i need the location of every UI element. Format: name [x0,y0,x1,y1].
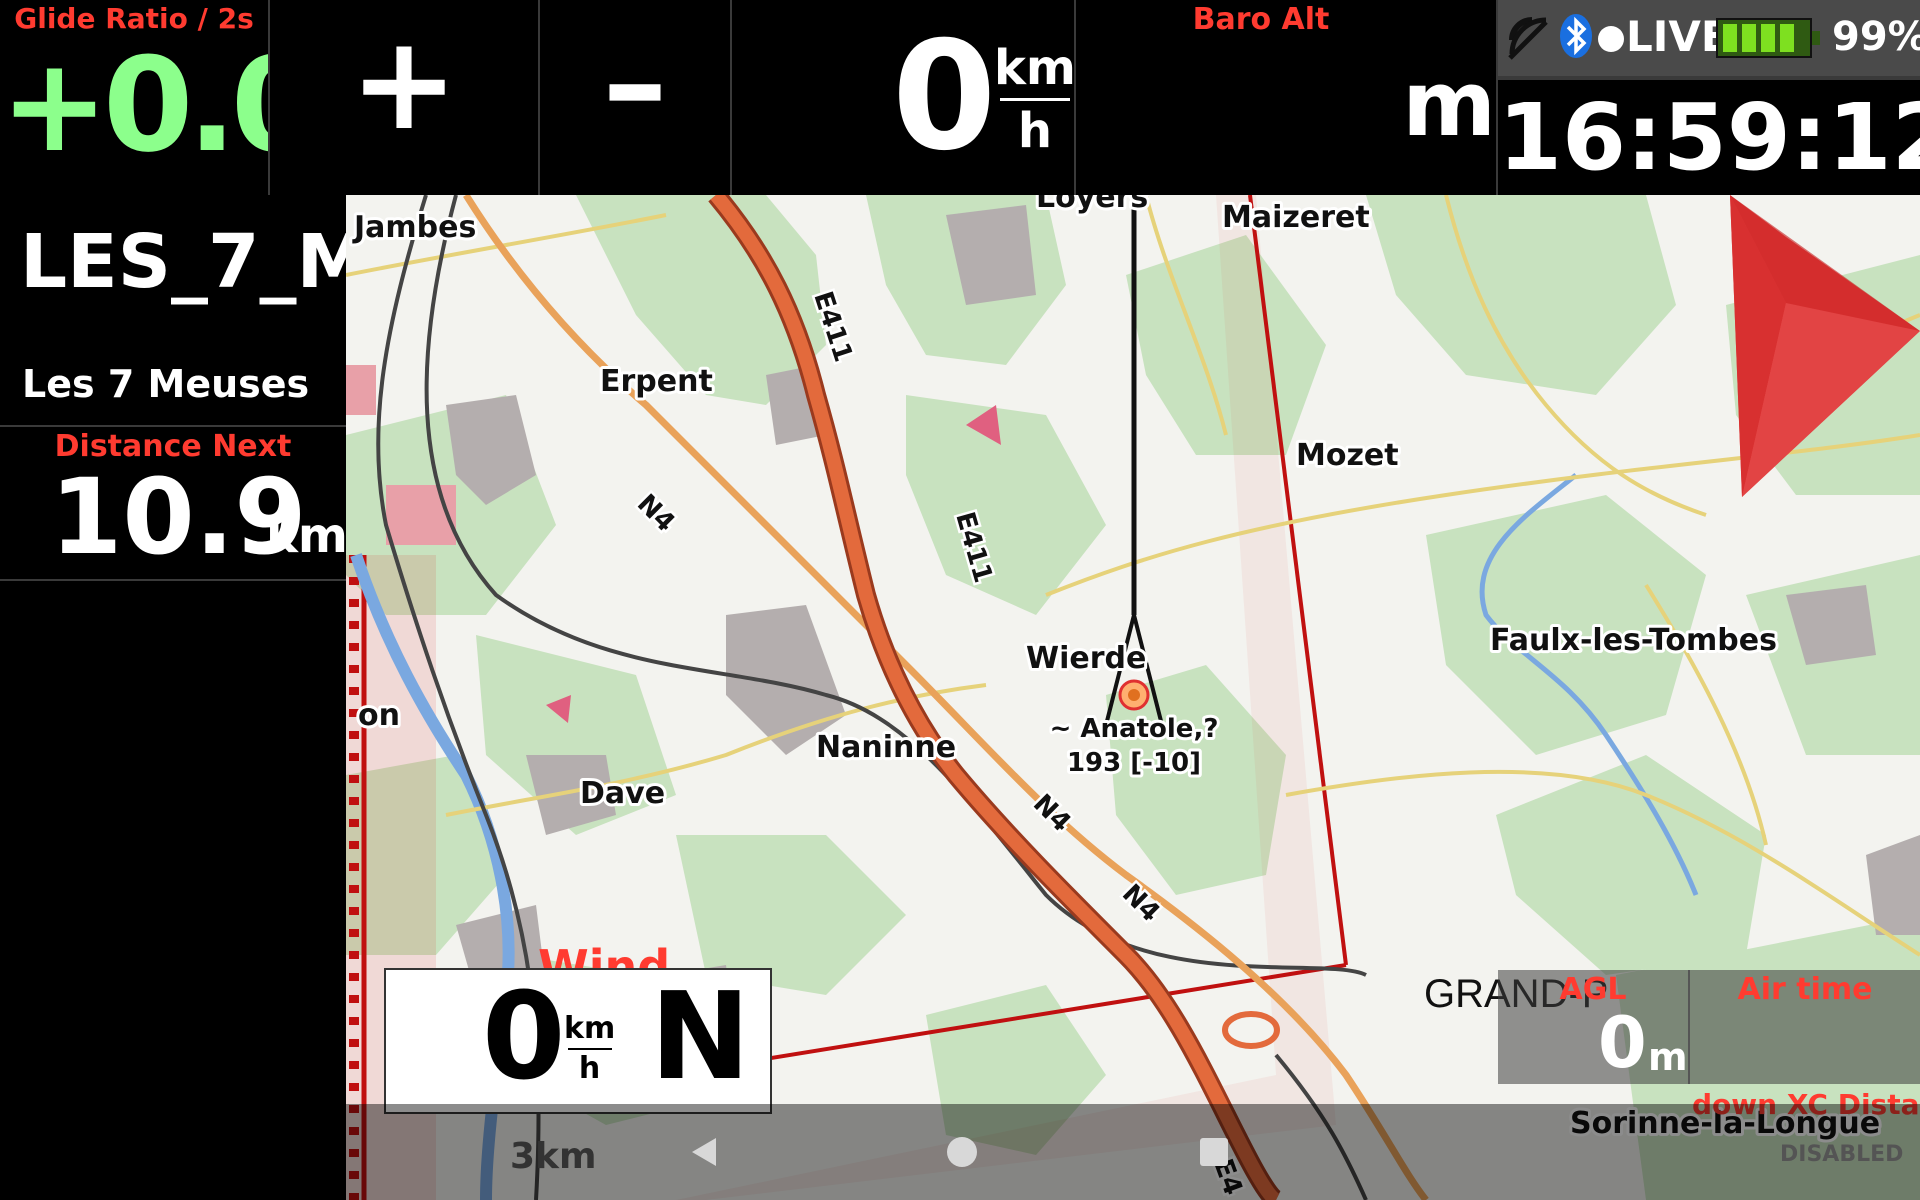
battery-percent: 99% [1832,14,1920,60]
gps-signal-icon [1508,17,1548,60]
recents-button[interactable] [1198,1136,1230,1168]
glide-ratio-value: +0.0 [0,29,321,181]
status-bar: LIVE 99% [1498,0,1920,76]
pilot-name: ~ Anatole,? [1050,714,1219,744]
agl-panel: AGL 0 m [1498,970,1688,1084]
plus-icon: + [349,7,459,159]
distance-next-unit: km [266,508,348,564]
minus-icon: – [602,7,668,159]
place-faulx: Faulx-les-Tombes [1490,623,1777,658]
glide-ratio-panel: Glide Ratio / 2s +0.0 [0,0,321,195]
wind-speed-value: 0 [482,968,566,1107]
ground-speed-panel: 0 km h [732,0,1076,195]
ground-speed-unit: km h [994,40,1076,159]
ground-speed-value: 0 [892,10,997,184]
place-loyers: Loyers [1036,195,1148,215]
battery-icon [1716,18,1820,58]
agl-unit: m [1648,1035,1688,1079]
air-time-label: Air time [1737,972,1873,1007]
clock-panel: 16:59:12 [1498,76,1920,195]
wind-panel: 0 km h N [384,968,772,1114]
map-scale: 3km [510,1136,597,1177]
zoom-in-button[interactable]: + [270,0,538,195]
waypoint-panel[interactable]: LES_7_M Les 7 Meuses [0,195,370,425]
clock: 16:59:12 [1498,84,1920,191]
place-dave: Dave [580,776,665,811]
place-on: on [358,698,400,733]
place-wierde: Wierde [1026,641,1146,676]
zoom-out-button[interactable]: – [540,0,730,195]
live-dot-icon [1598,26,1624,52]
back-button[interactable] [686,1134,722,1170]
bluetooth-icon [1560,14,1592,58]
place-maizeret: Maizeret [1222,200,1370,235]
live-status: LIVE [1626,12,1730,61]
pilot-info: 193 [-10] [1067,748,1201,778]
place-erpent: Erpent [600,364,713,399]
waypoint-name: Les 7 Meuses [22,362,310,406]
home-button[interactable] [944,1134,980,1170]
wind-direction: N [650,968,751,1107]
baro-alt-label: Baro Alt [1192,2,1330,37]
agl-label: AGL [1559,972,1627,1007]
baro-alt-panel: Baro Alt m [1076,0,1496,195]
place-naninne: Naninne [816,730,956,765]
navigation-bar: 3km [346,1104,1920,1200]
baro-alt-unit: m [1402,52,1496,157]
distance-next-panel: Distance Next 10.9 km [0,427,348,579]
agl-value: 0 [1598,1002,1647,1084]
air-time-panel: Air time [1690,970,1920,1084]
place-jambes: Jambes [352,210,476,245]
wind-speed-unit: km h [564,1011,616,1086]
waypoint-code: LES_7_M [20,219,371,305]
place-mozet: Mozet [1296,438,1399,473]
